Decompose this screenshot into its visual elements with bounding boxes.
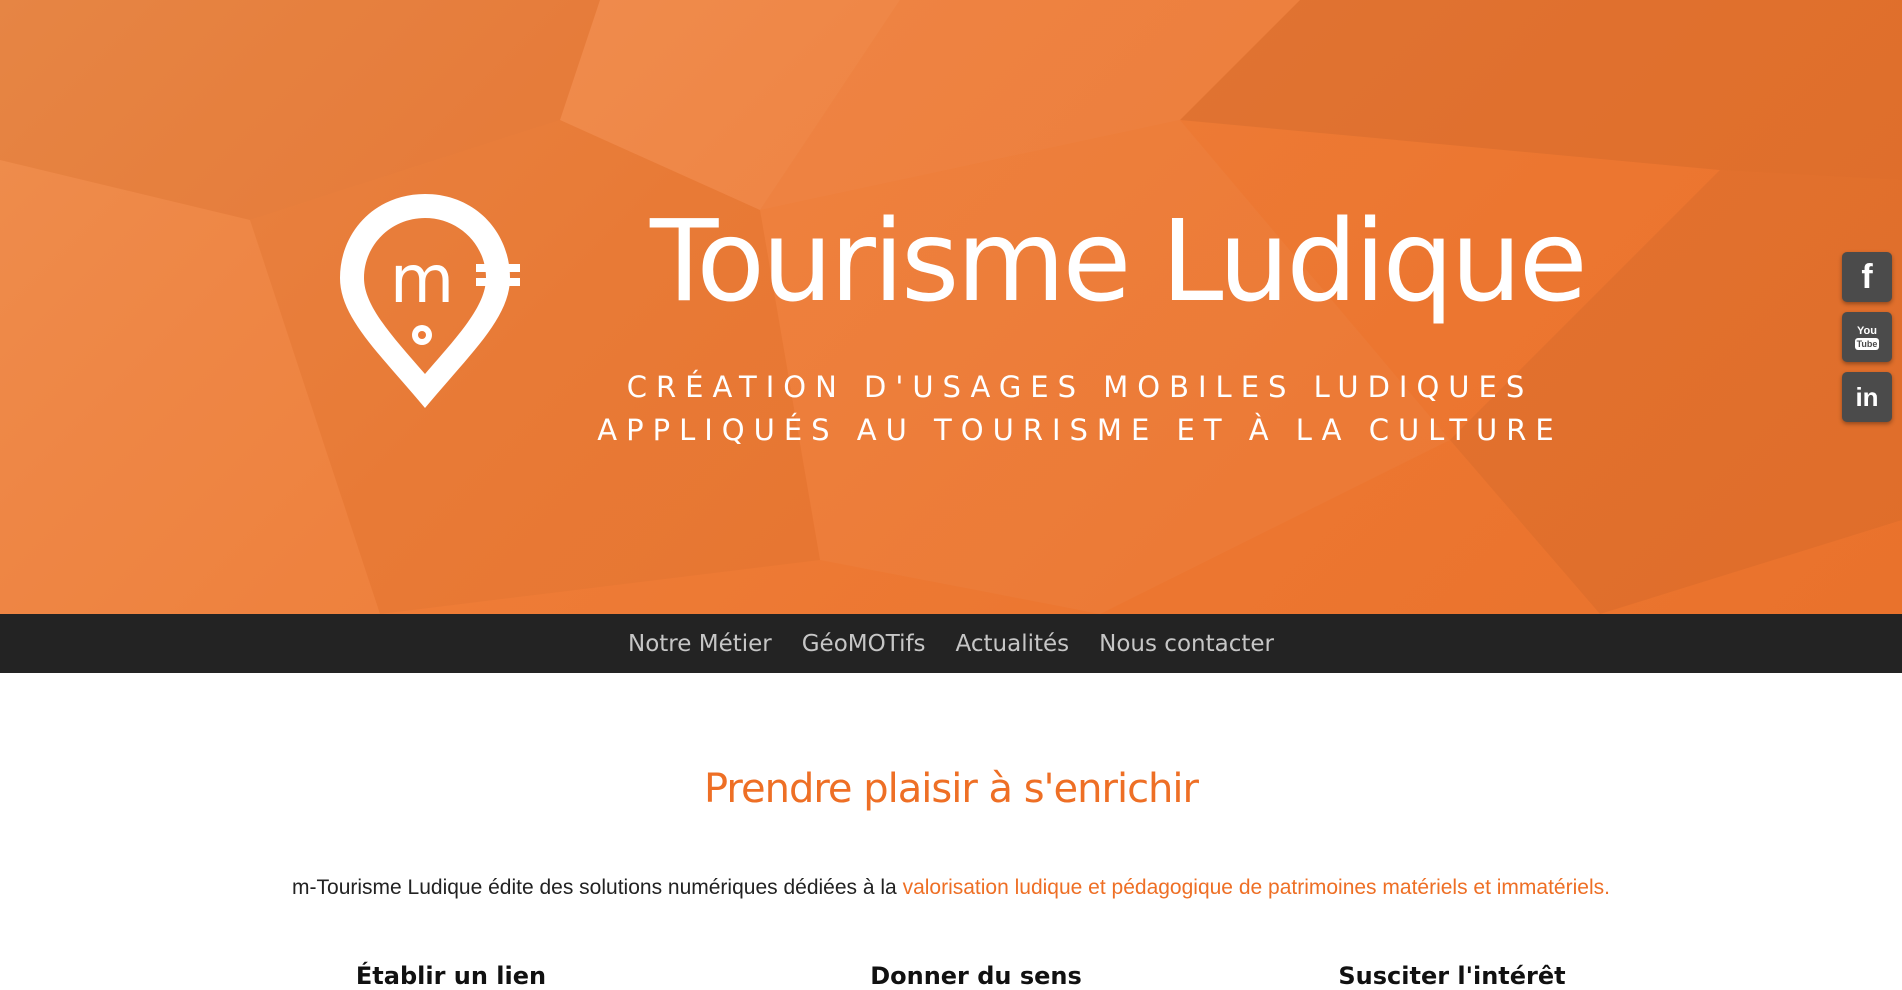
tagline-line-1: CRÉATION D'USAGES MOBILES LUDIQUES bbox=[626, 370, 1534, 404]
nav-item-geomotifs[interactable]: GéoMOTifs bbox=[802, 631, 926, 657]
section-title: Prendre plaisir à s'enrichir bbox=[704, 766, 1199, 812]
map-pin-logo-icon[interactable]: m bbox=[330, 186, 520, 412]
feature-heading-sens: Donner du sens bbox=[870, 962, 1082, 990]
linkedin-icon: in bbox=[1855, 381, 1879, 412]
tagline: CRÉATION D'USAGES MOBILES LUDIQUES APPLI… bbox=[500, 366, 1660, 452]
intro-text: m-Tourisme Ludique édite des solutions n… bbox=[292, 876, 903, 899]
youtube-icon: You Tube bbox=[1854, 324, 1880, 350]
social-links: f You Tube in bbox=[1842, 252, 1894, 432]
feature-heading-interet: Susciter l'intérêt bbox=[1338, 962, 1566, 990]
facebook-icon: f bbox=[1861, 258, 1873, 296]
youtube-icon-top: You bbox=[1857, 324, 1877, 337]
site-title: Tourisme Ludique bbox=[650, 197, 1588, 327]
nav-item-actualites[interactable]: Actualités bbox=[956, 631, 1070, 657]
tagline-line-2: APPLIQUÉS AU TOURISME ET À LA CULTURE bbox=[597, 413, 1563, 447]
facebook-button[interactable]: f bbox=[1842, 252, 1892, 302]
intro-highlight: valorisation ludique et pédagogique de p… bbox=[902, 876, 1610, 899]
youtube-icon-bottom: Tube bbox=[1854, 337, 1880, 350]
nav-item-notre-metier[interactable]: Notre Métier bbox=[628, 631, 772, 657]
hero-banner: m Tourisme Ludique CRÉATION D'USAGES MOB… bbox=[0, 0, 1902, 614]
linkedin-button[interactable]: in bbox=[1842, 372, 1892, 422]
intro-paragraph: m-Tourisme Ludique édite des solutions n… bbox=[0, 876, 1902, 900]
logo-letter: m bbox=[390, 241, 454, 318]
main-navbar: Notre Métier GéoMOTifs Actualités Nous c… bbox=[0, 614, 1902, 673]
nav-item-nous-contacter[interactable]: Nous contacter bbox=[1099, 631, 1274, 657]
youtube-button[interactable]: You Tube bbox=[1842, 312, 1892, 362]
feature-heading-lien: Établir un lien bbox=[355, 962, 547, 990]
